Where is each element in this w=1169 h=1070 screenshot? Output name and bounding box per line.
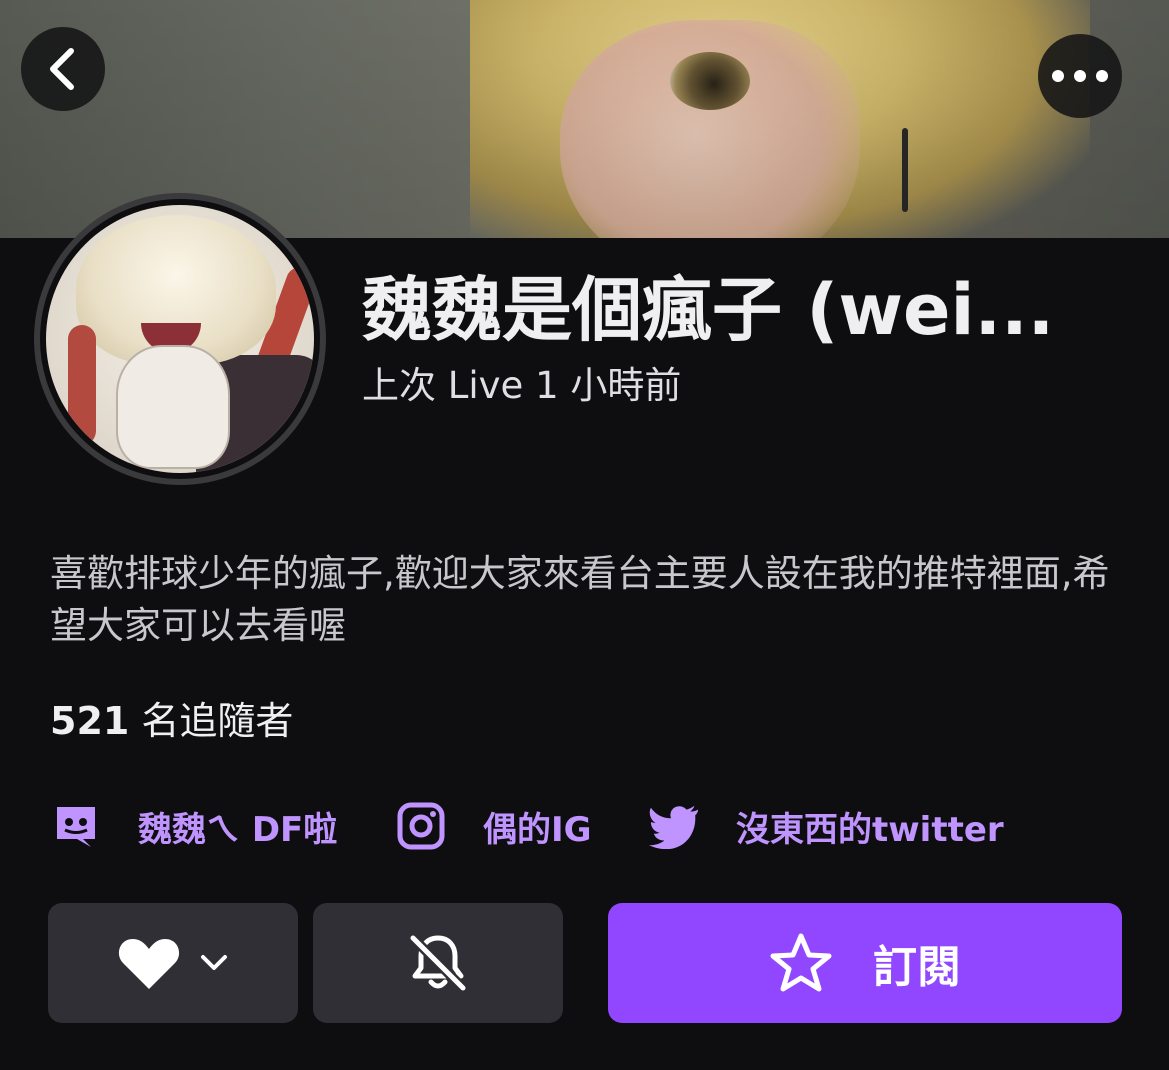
more-options-button[interactable] [1038,34,1122,118]
social-link-discord[interactable]: 魏魏ㄟ DF啦 [50,796,337,856]
social-link-label: 魏魏ㄟ DF啦 [138,809,338,850]
social-link-instagram[interactable]: 偶的IG [395,796,592,856]
follower-number: 521 [50,699,130,743]
chevron-left-icon [50,48,74,90]
back-button[interactable] [21,27,105,111]
subscribe-label: 訂閱 [873,942,961,993]
social-link-label: 沒東西的twitter [736,809,1004,850]
discord-icon [50,800,102,852]
twitter-icon [648,800,700,852]
heart-icon [118,939,180,989]
star-icon [770,933,832,992]
last-live-status: 上次 Live 1 小時前 [362,364,682,407]
channel-bio: 喜歡排球少年的瘋子,歡迎大家來看台主要人設在我的推特裡面,希望大家可以去看喔 [50,552,1110,647]
subscribe-button[interactable]: 訂閱 [608,903,1122,1023]
avatar-image [46,205,314,473]
follow-button[interactable] [48,903,298,1023]
channel-name: 魏魏是個瘋子 (wei... [362,269,1055,351]
social-link-label: 偶的IG [483,809,592,850]
chevron-down-icon [201,955,227,970]
follower-label: 名追隨者 [141,699,294,743]
social-link-twitter[interactable]: 沒東西的twitter [648,796,1004,856]
instagram-icon [395,800,447,852]
notifications-button[interactable] [313,903,563,1023]
avatar[interactable] [34,193,326,485]
more-dots-icon [1052,70,1108,82]
bell-off-icon [409,934,467,992]
social-links: 魏魏ㄟ DF啦 偶的IG 沒東西的twitter [50,796,1130,856]
follower-count: 521 名追隨者 [50,695,293,747]
